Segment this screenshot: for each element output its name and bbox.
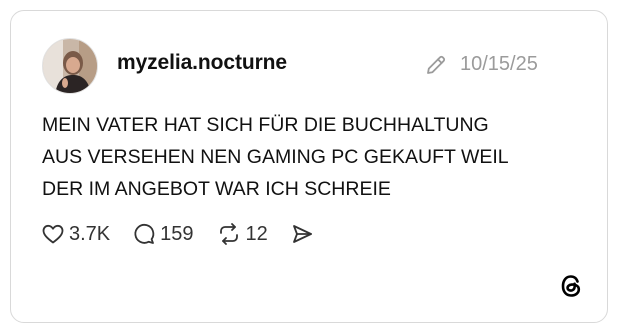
like-count: 3.7K — [69, 222, 111, 245]
heart-icon — [42, 224, 64, 244]
send-icon — [292, 225, 312, 243]
post-text-line: DER IM ANGEBOT WAR ICH SCHREIE — [42, 178, 391, 200]
post-text-line: AUS VERSEHEN NEN GAMING PC GEKAUFT WEIL — [42, 146, 509, 168]
reply-count: 159 — [160, 222, 194, 245]
avatar[interactable] — [42, 38, 98, 94]
post-card: myzelia.nocturne 10/15/25 MEIN VATER HAT… — [10, 10, 608, 323]
repost-icon — [219, 223, 238, 245]
threads-logo-icon — [557, 272, 585, 300]
repost-count: 12 — [245, 222, 268, 245]
speech-bubble-icon — [134, 223, 155, 244]
repost-button[interactable]: 12 — [216, 222, 268, 246]
timestamp: 10/15/25 — [460, 53, 538, 75]
post-text-line: MEIN VATER HAT SICH FÜR DIE BUCHHALTUNG — [42, 114, 489, 136]
pencil-icon — [424, 53, 448, 77]
post-text: MEIN VATER HAT SICH FÜR DIE BUCHHALTUNG … — [42, 109, 582, 205]
like-button[interactable]: 3.7K — [41, 222, 110, 246]
reply-button[interactable]: 159 — [132, 222, 194, 246]
share-button[interactable] — [290, 222, 314, 246]
username[interactable]: myzelia.nocturne — [117, 51, 287, 75]
action-bar: 3.7K 159 12 — [41, 219, 336, 249]
